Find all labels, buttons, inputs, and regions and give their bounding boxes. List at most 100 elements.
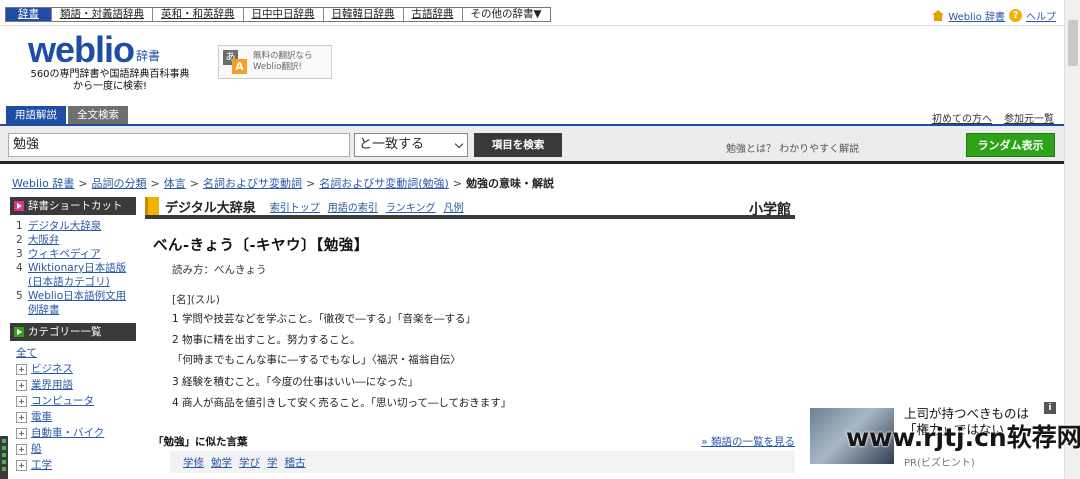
help-link[interactable]: ヘルプ <box>1026 8 1056 23</box>
top-nav: 辞書 類語・対義語辞典 英和・和英辞典 日中中日辞典 日韓韓日辞典 古語辞典 そ… <box>0 0 1064 26</box>
list-item[interactable]: 4 Wiktionary日本語版(日本語カテゴリ) <box>16 261 136 289</box>
search-input[interactable]: 勉強 <box>8 133 350 157</box>
tagline-line-2: から一度に検索! <box>72 81 147 92</box>
definition-4: 4 商人が商品を値引きして安く売ること。「思い切って―しておきます」 <box>172 397 512 409</box>
similar-words-heading: 「勉強」に似た言葉 » 類語の一覧を見る <box>153 434 795 449</box>
dictionary-nav-bar: 辞書 類語・対義語辞典 英和・和英辞典 日中中日辞典 日韓韓日辞典 古語辞典 そ… <box>5 7 551 22</box>
category-item[interactable]: 工学 <box>16 457 136 473</box>
expand-plus-icon <box>16 363 27 375</box>
nav-item-thesaurus[interactable]: 類語・対義語辞典 <box>52 8 153 21</box>
expand-plus-icon <box>16 395 27 407</box>
translate-line-2: Weblio翻訳! <box>253 62 302 72</box>
list-item[interactable]: 1 デジタル大辞泉 <box>16 219 136 233</box>
nav-item-dictionary[interactable]: 辞書 <box>6 8 52 21</box>
similar-word[interactable]: 学 <box>267 455 278 470</box>
breadcrumb: Weblio 辞書 > 品詞の分類 > 体言 > 名詞およびサ変動詞 > 名詞およびサ変… <box>12 175 555 191</box>
shortcut-list: 1 デジタル大辞泉 2 大阪弁 3 ウィキペディア 4 Wiktionary日本語版(日… <box>10 215 136 323</box>
ad-info-icon[interactable]: i <box>1044 402 1056 414</box>
expand-plus-icon <box>16 379 27 391</box>
watermark: www.rjtj.cn软荐网 <box>846 423 1080 452</box>
breadcrumb-current: 勉強の意味・解説 <box>466 177 555 190</box>
nav-item-korean[interactable]: 日韓韓日辞典 <box>324 8 404 21</box>
whatis-text: 勉強とは？ わかりやすく解説 <box>726 144 860 155</box>
category-item[interactable]: ビジネス <box>16 361 136 377</box>
expand-plus-icon <box>16 443 27 455</box>
similar-more-link[interactable]: » 類語の一覧を見る <box>701 434 795 449</box>
dictionary-heading: デジタル大辞泉 索引トップ 用語の索引 ランキング 凡例 小学館 <box>145 197 795 219</box>
chevron-down-icon <box>454 139 464 149</box>
definition-1: 1 学問や技芸などを学ぶこと。「徹夜で―する」「音楽を―する」 <box>172 313 477 325</box>
translate-banner[interactable]: あ A 無料の翻訳なら Weblio翻訳! <box>218 45 332 79</box>
tab-fulltext-search[interactable]: 全文検索 <box>68 106 128 124</box>
category-heading: カテゴリー一覧 <box>10 323 136 341</box>
similar-word[interactable]: 稽古 <box>285 455 306 470</box>
translate-icon: あ A <box>223 50 247 74</box>
top-right-links: Weblio 辞書 ? ヘルプ <box>932 8 1056 23</box>
dictionary-links: 索引トップ 用語の索引 ランキング 凡例 <box>270 199 464 214</box>
list-item[interactable]: 5 Weblio日本語例文用例辞書 <box>16 289 136 317</box>
left-edge-strip <box>0 436 8 479</box>
nav-item-english[interactable]: 英和・和英辞典 <box>153 8 244 21</box>
breadcrumb-item[interactable]: 名詞およびサ変動詞 <box>203 175 302 191</box>
logo-wordmark: weblio <box>28 29 135 70</box>
list-item[interactable]: 2 大阪弁 <box>16 233 136 247</box>
tagline: 560の専門辞書や国語辞典百科事典 から一度に検索! <box>20 69 200 93</box>
list-item[interactable]: 3 ウィキペディア <box>16 247 136 261</box>
definition-3: 3 経験を積むこと。「今度の仕事はいい―になった」 <box>172 376 419 388</box>
similar-words-list: 学修 勉学 学び 学 稽古 <box>170 451 795 473</box>
breadcrumb-item[interactable]: Weblio 辞書 <box>12 175 74 191</box>
scrollbar-thumb[interactable] <box>1068 20 1078 66</box>
help-icon[interactable]: ? <box>1009 9 1022 22</box>
category-item[interactable]: 船 <box>16 441 136 457</box>
similar-word[interactable]: 学修 <box>183 455 204 470</box>
entry-reading: 読み方：べんきょう <box>172 264 267 276</box>
breadcrumb-item[interactable]: 品詞の分類 <box>92 175 147 191</box>
book-icon <box>145 197 159 215</box>
expand-plus-icon <box>16 427 27 439</box>
definition-example: 「何時までもこんな事に―するでもなし」〈福沢・福翁自伝〉 <box>172 354 461 366</box>
ranking-link[interactable]: ランキング <box>386 199 436 214</box>
category-item[interactable]: 業界用語 <box>16 377 136 393</box>
home-icon[interactable] <box>932 10 945 21</box>
expand-plus-icon <box>16 411 27 423</box>
breadcrumb-item[interactable]: 体言 <box>164 175 186 191</box>
help-links: 初めての方へ 参加元一覧 <box>932 110 1054 125</box>
similar-word[interactable]: 学び <box>239 455 260 470</box>
legend-link[interactable]: 凡例 <box>443 199 463 214</box>
random-button[interactable]: ランダム表示 <box>966 133 1055 157</box>
entry-title: べん‐きょう〔‐キヤウ〕【勉強】 <box>153 238 369 254</box>
category-all[interactable]: 全て <box>16 345 136 361</box>
similar-word[interactable]: 勉学 <box>211 455 232 470</box>
weblio-logo[interactable]: weblio 辞書 <box>28 32 160 68</box>
nav-item-classical[interactable]: 古語辞典 <box>404 8 463 21</box>
expand-plus-icon <box>16 459 27 471</box>
tab-term-explanation[interactable]: 用語解説 <box>6 106 66 124</box>
dictionary-name[interactable]: デジタル大辞泉 <box>165 197 256 216</box>
search-button[interactable]: 項目を検索 <box>474 133 562 157</box>
search-tabs: 用語解説 全文検索 <box>6 106 128 124</box>
category-list: 全て ビジネス 業界用語 コンピュータ 電車 自動車・バイク 船 工学 <box>10 341 136 473</box>
shortcut-heading: 辞書ショートカット <box>10 197 136 215</box>
index-top-link[interactable]: 索引トップ <box>270 199 320 214</box>
nav-item-other-dropdown[interactable]: その他の辞書▼ <box>463 8 550 21</box>
search-bar: 勉強 と一致する 項目を検索 勉強とは？ わかりやすく解説 ランダム表示 <box>0 124 1064 164</box>
tagline-line-1: 560の専門辞書や国語辞典百科事典 <box>30 69 190 80</box>
arrow-right-icon <box>14 201 24 211</box>
page-scrollbar[interactable] <box>1064 0 1080 479</box>
category-item[interactable]: コンピュータ <box>16 393 136 409</box>
match-mode-select[interactable]: と一致する <box>354 133 468 157</box>
home-link[interactable]: Weblio 辞書 <box>948 8 1005 23</box>
breadcrumb-item[interactable]: 名詞およびサ変動詞(勉強) <box>319 175 449 191</box>
term-index-link[interactable]: 用語の索引 <box>328 199 378 214</box>
publisher-name: 小学館 <box>749 202 791 218</box>
first-time-link[interactable]: 初めての方へ <box>932 110 992 125</box>
nav-item-chinese[interactable]: 日中中日辞典 <box>244 8 324 21</box>
definition-2: 2 物事に精を出すこと。努力すること。 <box>172 334 361 346</box>
translate-line-1: 無料の翻訳なら <box>253 51 313 61</box>
sources-link[interactable]: 参加元一覧 <box>1004 110 1054 125</box>
category-item[interactable]: 自動車・バイク <box>16 425 136 441</box>
sidebar: 辞書ショートカット 1 デジタル大辞泉 2 大阪弁 3 ウィキペディア 4 Wiktio… <box>10 197 136 473</box>
logo-suffix: 辞書 <box>136 49 161 63</box>
match-mode-value: と一致する <box>359 137 425 152</box>
category-item[interactable]: 電車 <box>16 409 136 425</box>
